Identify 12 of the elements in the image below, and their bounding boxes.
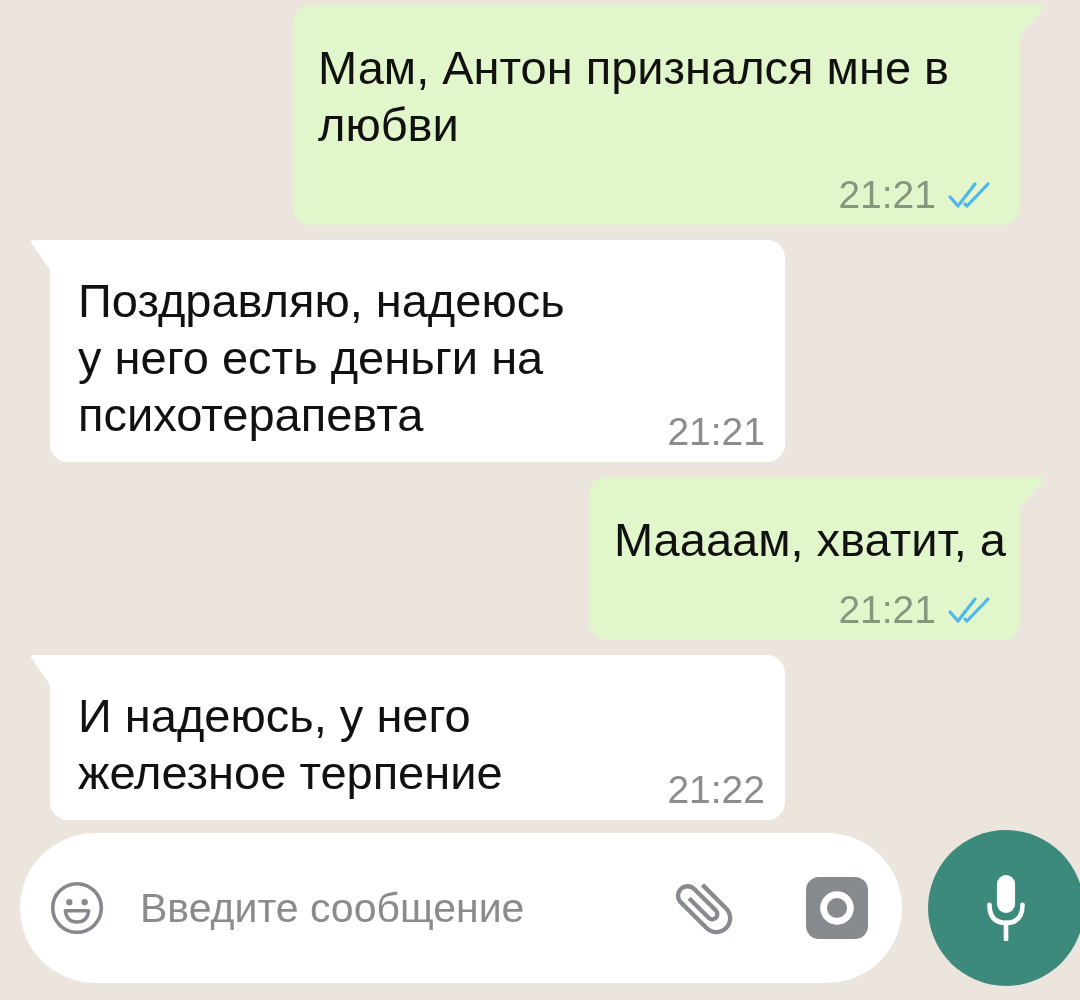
camera-icon[interactable]: [806, 877, 868, 939]
message-text: Поздравляю, надеюсь у него есть деньги на психотерапевта: [78, 273, 566, 443]
microphone-icon: [986, 875, 1026, 941]
message-time: 21:22: [667, 768, 765, 812]
message-time: 21:21: [838, 588, 936, 632]
message-input[interactable]: Введите сообщение: [140, 880, 672, 936]
smiley-icon[interactable]: [50, 881, 104, 935]
message-time: 21:21: [838, 173, 936, 217]
message-time: 21:21: [667, 410, 765, 454]
message-text: Мам, Антон признался мне в любви: [318, 40, 951, 153]
message-text: И надеюсь, у него железное терпение: [78, 688, 504, 801]
message-text: Маааам, хватит, а: [613, 512, 1006, 568]
